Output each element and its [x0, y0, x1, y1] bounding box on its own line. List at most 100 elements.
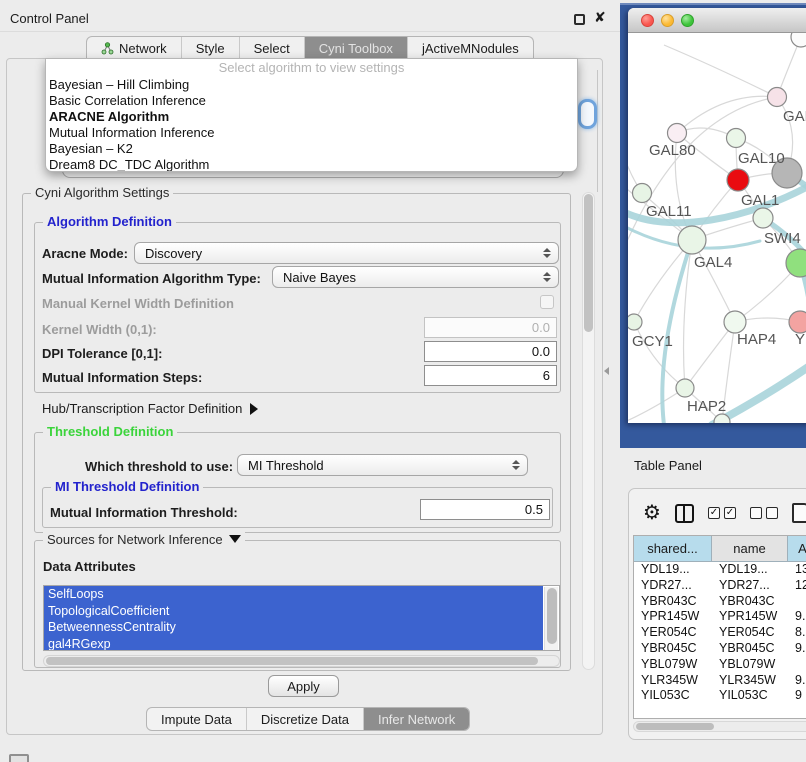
- table-row[interactable]: YBR043CYBR043C: [634, 594, 806, 610]
- table-row[interactable]: YDL19...YDL19...13: [634, 562, 806, 578]
- which-threshold-value: MI Threshold: [248, 458, 324, 473]
- mi-threshold-input[interactable]: 0.5: [420, 499, 550, 520]
- table-cell: YBR045C: [634, 641, 712, 657]
- node-bright-green[interactable]: [786, 249, 806, 277]
- table-cell: 13: [788, 562, 806, 578]
- bottom-tab-discretize-data[interactable]: Discretize Data: [247, 708, 364, 730]
- table-cell: YPR145W: [712, 609, 788, 625]
- node-gal4[interactable]: [678, 226, 706, 254]
- node-hap2[interactable]: [676, 379, 694, 397]
- mi-type-combobox[interactable]: Naive Bayes: [272, 266, 559, 288]
- attributes-horizontal-scrollbar[interactable]: [43, 655, 560, 667]
- attribute-item[interactable]: TopologicalCoefficient: [44, 603, 543, 620]
- collapse-down-icon[interactable]: [229, 535, 241, 543]
- algorithm-option[interactable]: ARACNE Algorithm: [46, 109, 577, 125]
- network-icon: [101, 42, 114, 55]
- table-cell: 9.: [788, 641, 806, 657]
- which-threshold-combobox[interactable]: MI Threshold: [237, 454, 528, 476]
- attribute-item[interactable]: SelfLoops: [44, 586, 543, 603]
- manual-kernel-checkbox[interactable]: [540, 295, 554, 309]
- column-header-shared-[interactable]: shared...: [634, 536, 712, 562]
- kernel-width-label: Kernel Width (0,1):: [42, 322, 157, 337]
- node-swi4[interactable]: [753, 208, 773, 228]
- table-cell: YPR145W: [634, 609, 712, 625]
- table-row[interactable]: YPR145WYPR145W9.: [634, 609, 806, 625]
- algorithm-option[interactable]: Basic Correlation Inference: [46, 93, 577, 109]
- select-all-checkboxes-icon[interactable]: ✓✓: [708, 507, 736, 519]
- node-hap4[interactable]: [724, 311, 746, 333]
- table-horizontal-scrollbar[interactable]: [633, 721, 806, 732]
- close-icon[interactable]: ✘: [594, 9, 606, 26]
- dpi-tolerance-label: DPI Tolerance [0,1]:: [42, 346, 162, 361]
- node-gal11[interactable]: [633, 184, 652, 203]
- table-row[interactable]: YBR045CYBR045C9.: [634, 641, 806, 657]
- table-row[interactable]: YLR345WYLR345W9.: [634, 673, 806, 689]
- network-edge[interactable]: [634, 322, 685, 388]
- attribute-item[interactable]: gal4RGexp: [44, 636, 543, 652]
- tab-select[interactable]: Select: [240, 37, 305, 59]
- table-row[interactable]: YBL079WYBL079W: [634, 657, 806, 673]
- node-hap4-label: HAP4: [737, 331, 776, 348]
- column-header-name[interactable]: name: [712, 536, 788, 562]
- gear-icon[interactable]: ⚙: [643, 503, 661, 523]
- mi-steps-input[interactable]: 6: [424, 365, 557, 386]
- node-gal80[interactable]: [668, 124, 687, 143]
- node-salmon[interactable]: [789, 311, 806, 333]
- tab-label: Style: [196, 41, 225, 56]
- table-cell: YBL079W: [712, 657, 788, 673]
- data-attributes-label: Data Attributes: [43, 559, 136, 574]
- table-cell: YLR345W: [712, 673, 788, 689]
- network-edge[interactable]: [628, 388, 685, 423]
- columns-icon[interactable]: [675, 504, 694, 523]
- aracne-mode-combobox[interactable]: Discovery: [134, 242, 559, 264]
- tab-jactivemnodules[interactable]: jActiveMNodules: [408, 37, 533, 59]
- minimize-traffic-light-icon[interactable]: [661, 14, 674, 27]
- hub-definition-toggle[interactable]: Hub/Transcription Factor Definition: [42, 401, 258, 416]
- control-panel-tabbar: Network Style SelectCyni ToolboxjActiveMNo…: [86, 36, 534, 59]
- bottom-tab-infer-network[interactable]: Infer Network: [364, 708, 469, 730]
- tab-cyni-toolbox[interactable]: Cyni Toolbox: [305, 37, 408, 59]
- float-window-icon[interactable]: [574, 14, 585, 25]
- algorithm-option[interactable]: Bayesian – K2: [46, 141, 577, 157]
- table-row[interactable]: YER054CYER054C8.: [634, 625, 806, 641]
- attribute-item[interactable]: BetweennessCentrality: [44, 619, 543, 636]
- kernel-width-input[interactable]: 0.0: [424, 317, 557, 338]
- settings-scrollbar[interactable]: [582, 192, 595, 670]
- spinner-arrows-icon: [543, 248, 551, 258]
- sources-group: Sources for Network Inference Data Attri…: [34, 540, 561, 668]
- aracne-mode-label: Aracne Mode:: [42, 246, 128, 261]
- close-traffic-light-icon[interactable]: [641, 14, 654, 27]
- table-row[interactable]: YDR27...YDR27...12: [634, 578, 806, 594]
- split-pane-arrow-icon[interactable]: [604, 367, 609, 375]
- table-row[interactable]: YIL053CYIL053C9: [634, 688, 806, 704]
- node-gal7[interactable]: [768, 88, 787, 107]
- dpi-tolerance-input[interactable]: 0.0: [424, 341, 557, 362]
- network-edge[interactable]: [634, 240, 692, 322]
- node-gal1[interactable]: [727, 169, 749, 191]
- bottom-tab-impute-data[interactable]: Impute Data: [147, 708, 247, 730]
- sources-title-text: Sources for Network Inference: [47, 532, 223, 547]
- zoom-traffic-light-icon[interactable]: [681, 14, 694, 27]
- deselect-all-checkboxes-icon[interactable]: [750, 507, 778, 519]
- apply-button[interactable]: Apply: [268, 675, 339, 697]
- network-canvas[interactable]: GALGAL80GAL10GAL1GAL11SWI4GAL4GCY1HAP4YH…: [628, 33, 806, 423]
- algorithm-option[interactable]: Mutual Information Inference: [46, 125, 577, 141]
- tab-network[interactable]: Network: [87, 37, 182, 59]
- node-gcy1[interactable]: [628, 314, 642, 330]
- attributes-vertical-scrollbar[interactable]: [544, 587, 558, 651]
- network-edge[interactable]: [677, 96, 777, 133]
- node-top-partial[interactable]: [791, 33, 806, 47]
- table-cell: 8.: [788, 625, 806, 641]
- aracne-mode-value: Discovery: [145, 246, 202, 261]
- new-table-icon[interactable]: [792, 503, 806, 523]
- table-cell: YDL19...: [634, 562, 712, 578]
- tab-style[interactable]: Style: [182, 37, 240, 59]
- column-header-a[interactable]: A: [788, 536, 806, 562]
- data-attributes-list[interactable]: SelfLoopsTopologicalCoefficientBetweenne…: [43, 585, 560, 651]
- settings-scrollbar-thumb[interactable]: [584, 194, 593, 332]
- network-edge[interactable]: [664, 45, 777, 97]
- network-window-titlebar[interactable]: [628, 8, 806, 33]
- algorithm-option[interactable]: Dream8 DC_TDC Algorithm: [46, 157, 577, 172]
- algorithm-option[interactable]: Bayesian – Hill Climbing: [46, 77, 577, 93]
- node-gal10[interactable]: [727, 129, 746, 148]
